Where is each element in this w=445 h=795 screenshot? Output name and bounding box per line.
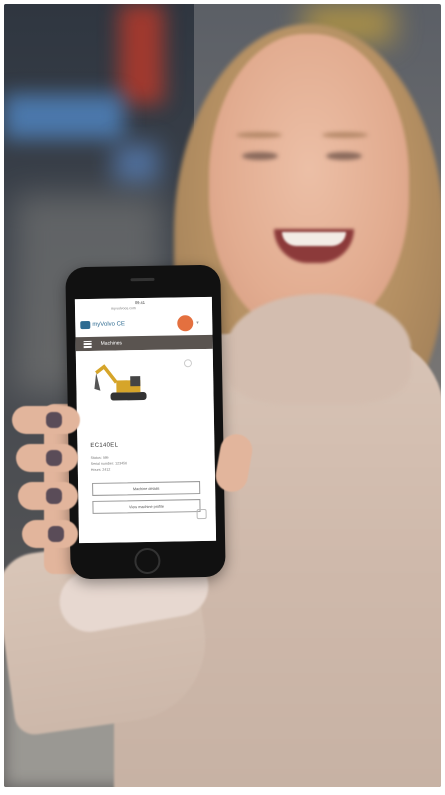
chevron-down-icon[interactable]: ▾ <box>196 320 199 326</box>
machine-model: EC140EL <box>90 442 119 449</box>
nail <box>46 488 62 504</box>
background-blue-light <box>4 94 124 139</box>
logo-text: myVolvo CE <box>92 321 126 328</box>
nail <box>48 526 64 542</box>
menu-icon[interactable] <box>83 340 92 348</box>
smartphone: 09:41 my.volvoce.com myVolvo CE ▾ Machin… <box>65 264 226 580</box>
phone-earpiece <box>130 277 155 282</box>
browser-url[interactable]: my.volvoce.com <box>111 306 136 310</box>
machine-card: EC140EL Status: Idle Serial number: 1234… <box>75 348 217 544</box>
excavator-image <box>94 364 147 401</box>
nav-title: Machines <box>100 340 123 347</box>
nail <box>46 412 62 428</box>
favorite-icon[interactable] <box>183 359 193 368</box>
turtleneck-collar <box>226 294 411 404</box>
phone-screen: 09:41 my.volvoce.com myVolvo CE ▾ Machin… <box>74 296 217 544</box>
left-eye <box>242 152 278 160</box>
teeth <box>282 232 346 246</box>
index-finger <box>12 406 80 434</box>
nail <box>46 450 62 466</box>
left-eyebrow <box>236 132 282 138</box>
machine-details-button[interactable]: Machine details <box>92 481 201 496</box>
machine-profile-button[interactable]: View machine profile <box>92 499 201 514</box>
photo-frame: 09:41 my.volvoce.com myVolvo CE ▾ Machin… <box>4 4 441 787</box>
app-header: myVolvo CE ▾ <box>75 310 213 339</box>
background-blue-light-2 <box>114 144 159 184</box>
right-eyebrow <box>322 132 368 138</box>
woman-face <box>209 34 409 334</box>
ring-finger <box>18 482 78 510</box>
right-eye <box>326 152 362 160</box>
machine-meta: Status: Idle Serial number: 123456 Hours… <box>91 454 128 473</box>
avatar[interactable] <box>177 315 194 332</box>
middle-finger <box>16 444 78 472</box>
background-red-machine <box>119 4 164 104</box>
chat-icon[interactable] <box>196 508 207 520</box>
status-time: 09:41 <box>134 299 145 306</box>
little-finger <box>22 520 78 548</box>
app-logo[interactable]: myVolvo CE <box>80 319 125 330</box>
logo-icon <box>80 320 91 330</box>
meta-line: Hours: 2412 <box>90 467 111 472</box>
home-button[interactable] <box>134 547 161 575</box>
